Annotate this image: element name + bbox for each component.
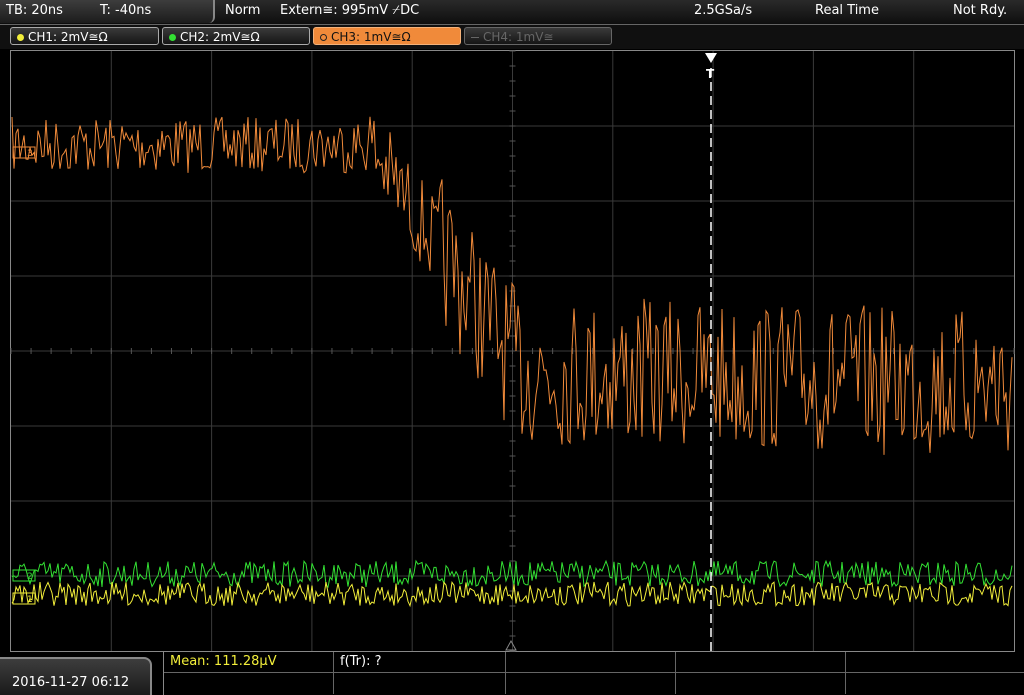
measurement-cell[interactable] xyxy=(676,673,846,694)
ch3-level-label: 3 xyxy=(27,149,33,159)
measurement-cell[interactable] xyxy=(676,652,846,673)
trigger-marker-label: T xyxy=(706,67,715,81)
footer-bar: 2016-11-27 06:12 Mean: 111.28µV f(Tr): ? xyxy=(0,652,1024,695)
mean-measurement: Mean: 111.28µV xyxy=(170,654,277,669)
measurement-cell[interactable] xyxy=(846,673,1024,694)
measurement-cell[interactable] xyxy=(506,673,676,694)
datetime-label: 2016-11-27 06:12 xyxy=(12,675,130,690)
measurement-cell[interactable] xyxy=(846,652,1024,673)
ch2-level-label: 2 xyxy=(27,572,33,582)
ftr-measurement: f(Tr): ? xyxy=(340,654,382,669)
measurement-cell[interactable] xyxy=(506,652,676,673)
ch1-level-label: 1 xyxy=(27,595,33,605)
measurement-cell[interactable] xyxy=(334,673,506,694)
measurement-cell[interactable] xyxy=(164,673,334,694)
measurement-cell[interactable]: Mean: 111.28µV xyxy=(164,652,334,673)
measurement-table[interactable]: Mean: 111.28µV f(Tr): ? xyxy=(163,652,1024,695)
trigger-arrow-icon[interactable] xyxy=(705,53,717,63)
waveform-canvas: T 3 2 1 xyxy=(10,50,1015,652)
center-marker-icon xyxy=(505,639,517,651)
datetime-panel: 2016-11-27 06:12 xyxy=(0,657,152,695)
measurement-cell[interactable]: f(Tr): ? xyxy=(334,652,506,673)
